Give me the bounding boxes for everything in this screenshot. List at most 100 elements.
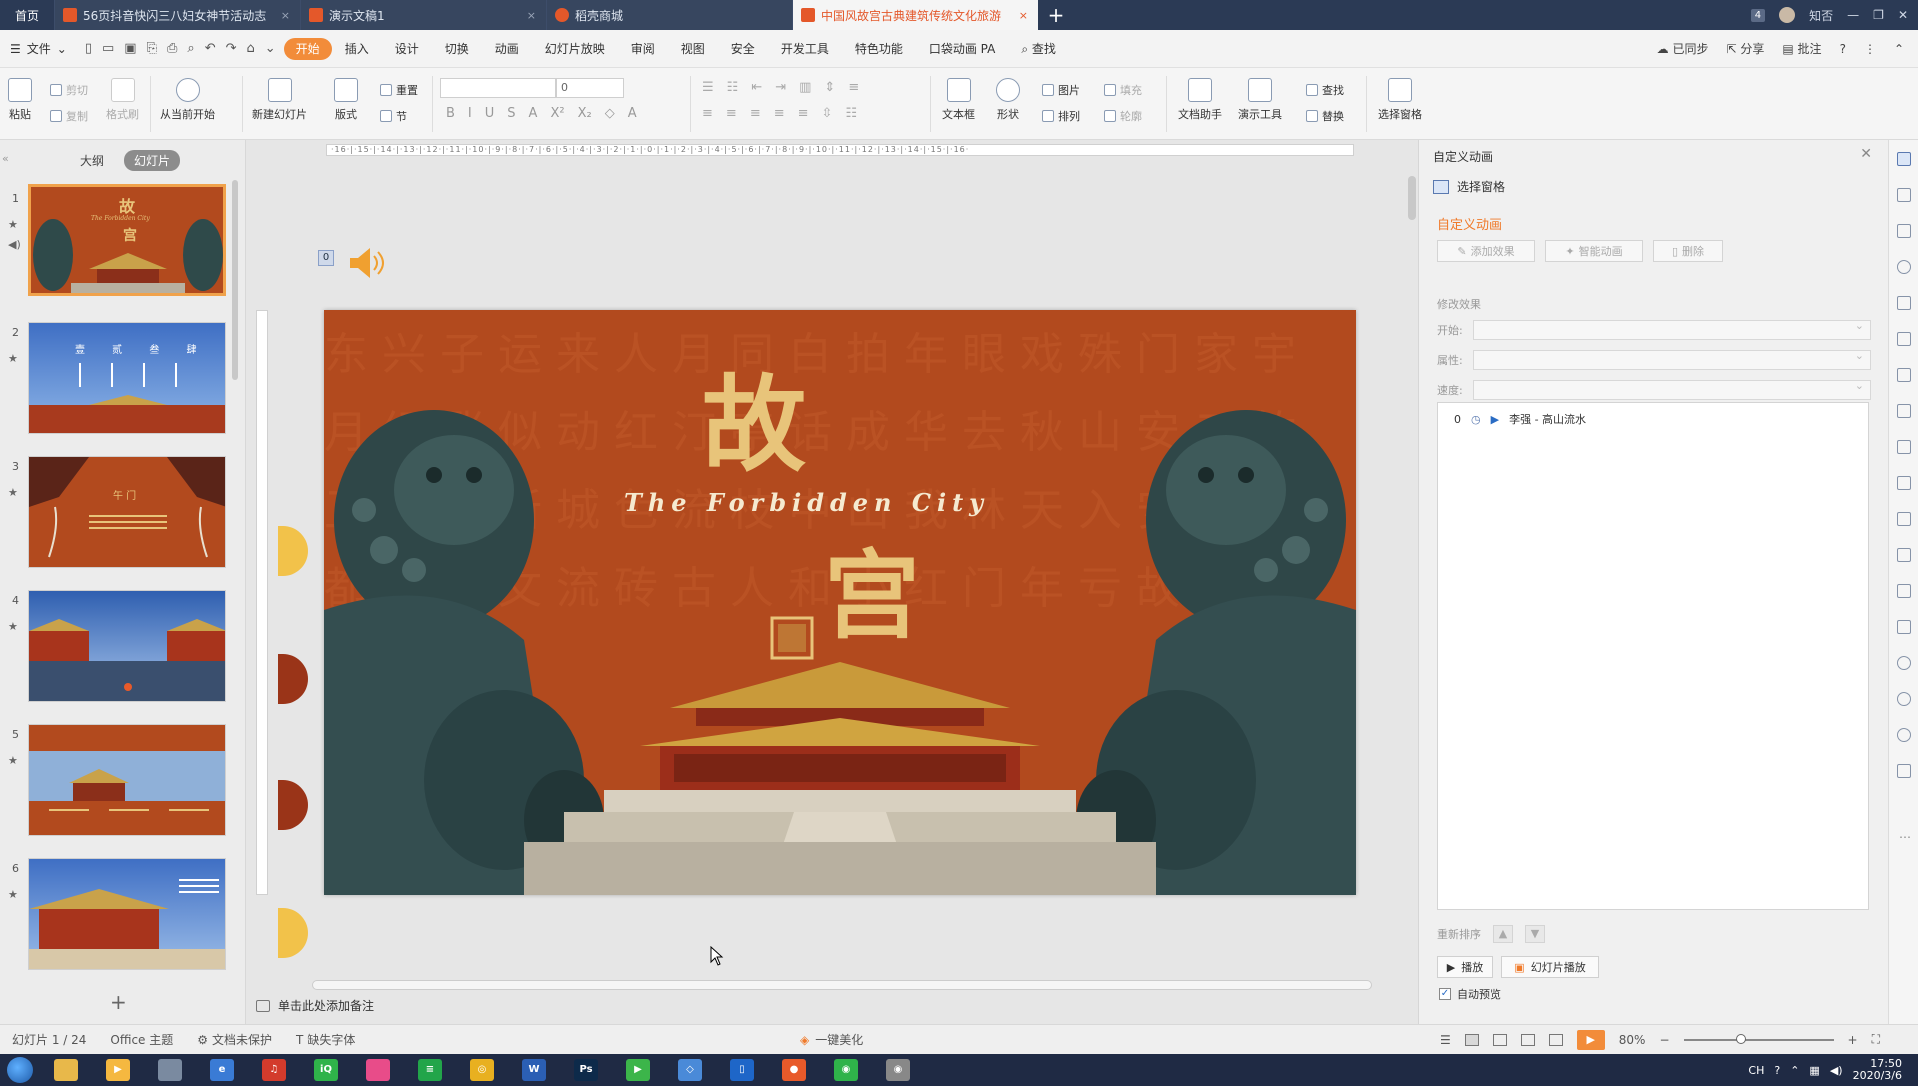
taskbar-app-wechat[interactable]: ◉ bbox=[824, 1055, 868, 1085]
help-icon[interactable]: ? bbox=[1840, 42, 1846, 56]
picture-button[interactable]: 图片 bbox=[1042, 82, 1080, 98]
clock[interactable]: 17:50 2020/3/6 bbox=[1853, 1058, 1902, 1082]
fill-pane-icon[interactable] bbox=[1897, 296, 1911, 310]
export-pane-icon[interactable] bbox=[1897, 512, 1911, 526]
copy-button[interactable]: 复制 bbox=[50, 108, 88, 124]
arrange-button[interactable]: 排列 bbox=[1042, 108, 1080, 124]
taskbar-app-photoshop[interactable]: Ps bbox=[564, 1055, 608, 1085]
vertical-scrollbar[interactable] bbox=[1408, 156, 1416, 946]
animation-pane-icon[interactable] bbox=[1897, 152, 1911, 166]
tab-slides[interactable]: 幻灯片 bbox=[124, 150, 181, 171]
export-icon[interactable]: ⎘ bbox=[147, 41, 157, 56]
indent-decrease-icon[interactable]: ⇤ bbox=[751, 80, 762, 95]
collapse-ribbon-icon[interactable]: ⌃ bbox=[1894, 42, 1904, 56]
beautify-button[interactable]: ◈ 一键美化 bbox=[800, 1031, 863, 1048]
doc-tab-1[interactable]: 56页抖音快闪三八妇女神节活动志 × bbox=[54, 0, 300, 30]
doc-tab-4[interactable]: 中国风故宫古典建筑传统文化旅游 × bbox=[792, 0, 1038, 30]
volume-icon[interactable]: ◀) bbox=[1830, 1064, 1843, 1077]
tab-pocket-animation[interactable]: 口袋动画 PA bbox=[916, 38, 1009, 60]
audio-icon[interactable] bbox=[1897, 620, 1911, 634]
speed-select[interactable] bbox=[1473, 379, 1871, 400]
undo-icon[interactable]: ↶ bbox=[205, 41, 216, 56]
user-name[interactable]: 知否 bbox=[1809, 7, 1833, 24]
subscript-icon[interactable]: X₂ bbox=[578, 106, 592, 121]
taskbar-app-media[interactable]: ▶ bbox=[96, 1055, 140, 1085]
close-tab-icon[interactable]: × bbox=[527, 9, 536, 22]
taskbar-app-app7[interactable] bbox=[356, 1055, 400, 1085]
ime-indicator[interactable]: CH bbox=[1748, 1064, 1764, 1077]
doc-helper-button[interactable]: 文档助手 bbox=[1178, 78, 1222, 122]
cut-button[interactable]: 剪切 bbox=[50, 82, 88, 98]
taskbar-app-chrome[interactable]: ◎ bbox=[460, 1055, 504, 1085]
select-pane-link[interactable]: 选择窗格 bbox=[1433, 178, 1505, 195]
taskbar-app-app8[interactable]: ≡ bbox=[408, 1055, 452, 1085]
restore-icon[interactable]: ❐ bbox=[1873, 8, 1884, 22]
italic-icon[interactable]: I bbox=[468, 106, 472, 121]
tab-developer[interactable]: 开发工具 bbox=[768, 38, 842, 60]
zoom-slider[interactable] bbox=[1683, 1033, 1834, 1044]
taskbar-app-iqiyi[interactable]: iQ bbox=[304, 1055, 348, 1085]
close-tab-icon[interactable]: × bbox=[1019, 9, 1028, 22]
scroll-thumb[interactable] bbox=[312, 980, 1372, 990]
tab-features[interactable]: 特色功能 bbox=[842, 38, 916, 60]
taskbar-app-explorer[interactable] bbox=[44, 1055, 88, 1085]
tab-animation[interactable]: 动画 bbox=[482, 38, 532, 60]
taskbar-app-app14[interactable]: ▯ bbox=[720, 1055, 764, 1085]
help-tray-icon[interactable]: ? bbox=[1774, 1064, 1780, 1077]
notes-toggle-icon[interactable]: ☰ bbox=[1440, 1033, 1451, 1047]
file-menu[interactable]: ☰ 文件 ⌄ bbox=[0, 40, 77, 57]
image-icon[interactable] bbox=[1897, 584, 1911, 598]
distribute-icon[interactable]: ≡ bbox=[798, 106, 809, 121]
taskbar-app-app3[interactable] bbox=[148, 1055, 192, 1085]
fill-button[interactable]: 填充 bbox=[1104, 82, 1142, 98]
tab-view[interactable]: 视图 bbox=[668, 38, 718, 60]
reading-view-icon[interactable] bbox=[1520, 1033, 1535, 1046]
taskbar-app-netease[interactable]: ♫ bbox=[252, 1055, 296, 1085]
sorter-view-icon[interactable] bbox=[1492, 1033, 1507, 1046]
tray-expand-icon[interactable]: ⌃ bbox=[1790, 1064, 1799, 1077]
scroll-thumb[interactable] bbox=[1408, 176, 1416, 220]
animation-list-item[interactable]: 0 ◷ ▶ 李强 - 高山流水 bbox=[1454, 411, 1586, 427]
move-down-icon[interactable]: ▼ bbox=[1525, 925, 1545, 943]
align-right-icon[interactable]: ≡ bbox=[750, 106, 761, 121]
delete-button[interactable]: ▯ 删除 bbox=[1653, 240, 1723, 262]
add-effect-button[interactable]: ✎ 添加效果 bbox=[1437, 240, 1535, 262]
paste-button[interactable]: 粘贴 bbox=[8, 78, 32, 122]
network-icon[interactable]: ▦ bbox=[1809, 1064, 1819, 1077]
start-select[interactable] bbox=[1473, 319, 1871, 340]
move-up-icon[interactable]: ▲ bbox=[1493, 925, 1513, 943]
select-pane-button[interactable]: 选择窗格 bbox=[1378, 78, 1422, 122]
tab-outline[interactable]: 大纲 bbox=[70, 150, 114, 171]
more-icon[interactable]: ⋯ bbox=[1899, 830, 1911, 844]
share-button[interactable]: ⇱ 分享 bbox=[1726, 40, 1764, 57]
taskbar-app-browser[interactable]: e bbox=[200, 1055, 244, 1085]
animation-order-tag[interactable]: 0 bbox=[318, 250, 334, 266]
taskbar-app-app17[interactable]: ◉ bbox=[876, 1055, 920, 1085]
zoom-slider-knob[interactable] bbox=[1735, 1033, 1746, 1044]
speaker-icon[interactable] bbox=[346, 246, 386, 280]
slide-canvas[interactable]: 东兴子运来人月同白拍年眼戏殊门家宇月经涨似动红汀亭话成华去秋山安三竹卫中上新城色… bbox=[324, 310, 1356, 895]
font-size-combo[interactable]: 0 bbox=[556, 78, 624, 98]
zoom-in-icon[interactable]: + bbox=[1848, 1033, 1858, 1047]
layout-button[interactable]: 版式 bbox=[334, 78, 358, 122]
menu-search[interactable]: ⌕ 查找 bbox=[1008, 38, 1069, 60]
slide-thumbnail-4[interactable] bbox=[28, 590, 226, 702]
help-circle-icon[interactable] bbox=[1897, 728, 1911, 742]
add-slide-button[interactable]: + bbox=[110, 990, 127, 1014]
outline-button[interactable]: 轮廓 bbox=[1104, 108, 1142, 124]
taskbar-app-app13[interactable]: ◇ bbox=[668, 1055, 712, 1085]
line-spacing-icon[interactable]: ≡ bbox=[848, 80, 859, 95]
section-button[interactable]: 节 bbox=[380, 108, 407, 124]
taskbar-app-app15[interactable]: ● bbox=[772, 1055, 816, 1085]
property-select[interactable] bbox=[1473, 349, 1871, 370]
print-icon[interactable]: ⎙ bbox=[167, 41, 177, 56]
open-folder-icon[interactable]: ▭ bbox=[102, 41, 114, 56]
auto-preview-checkbox[interactable]: ✓ 自动预览 bbox=[1439, 986, 1501, 1002]
close-pane-icon[interactable]: ✕ bbox=[1860, 146, 1872, 162]
textbox-button[interactable]: 文本框 bbox=[942, 78, 975, 122]
doc-tab-3[interactable]: 稻壳商城 bbox=[546, 0, 792, 30]
superscript-icon[interactable]: X² bbox=[550, 106, 564, 121]
history-icon[interactable] bbox=[1897, 692, 1911, 706]
font-name-combo[interactable] bbox=[440, 78, 556, 98]
new-slide-button[interactable]: 新建幻灯片 bbox=[252, 78, 307, 122]
